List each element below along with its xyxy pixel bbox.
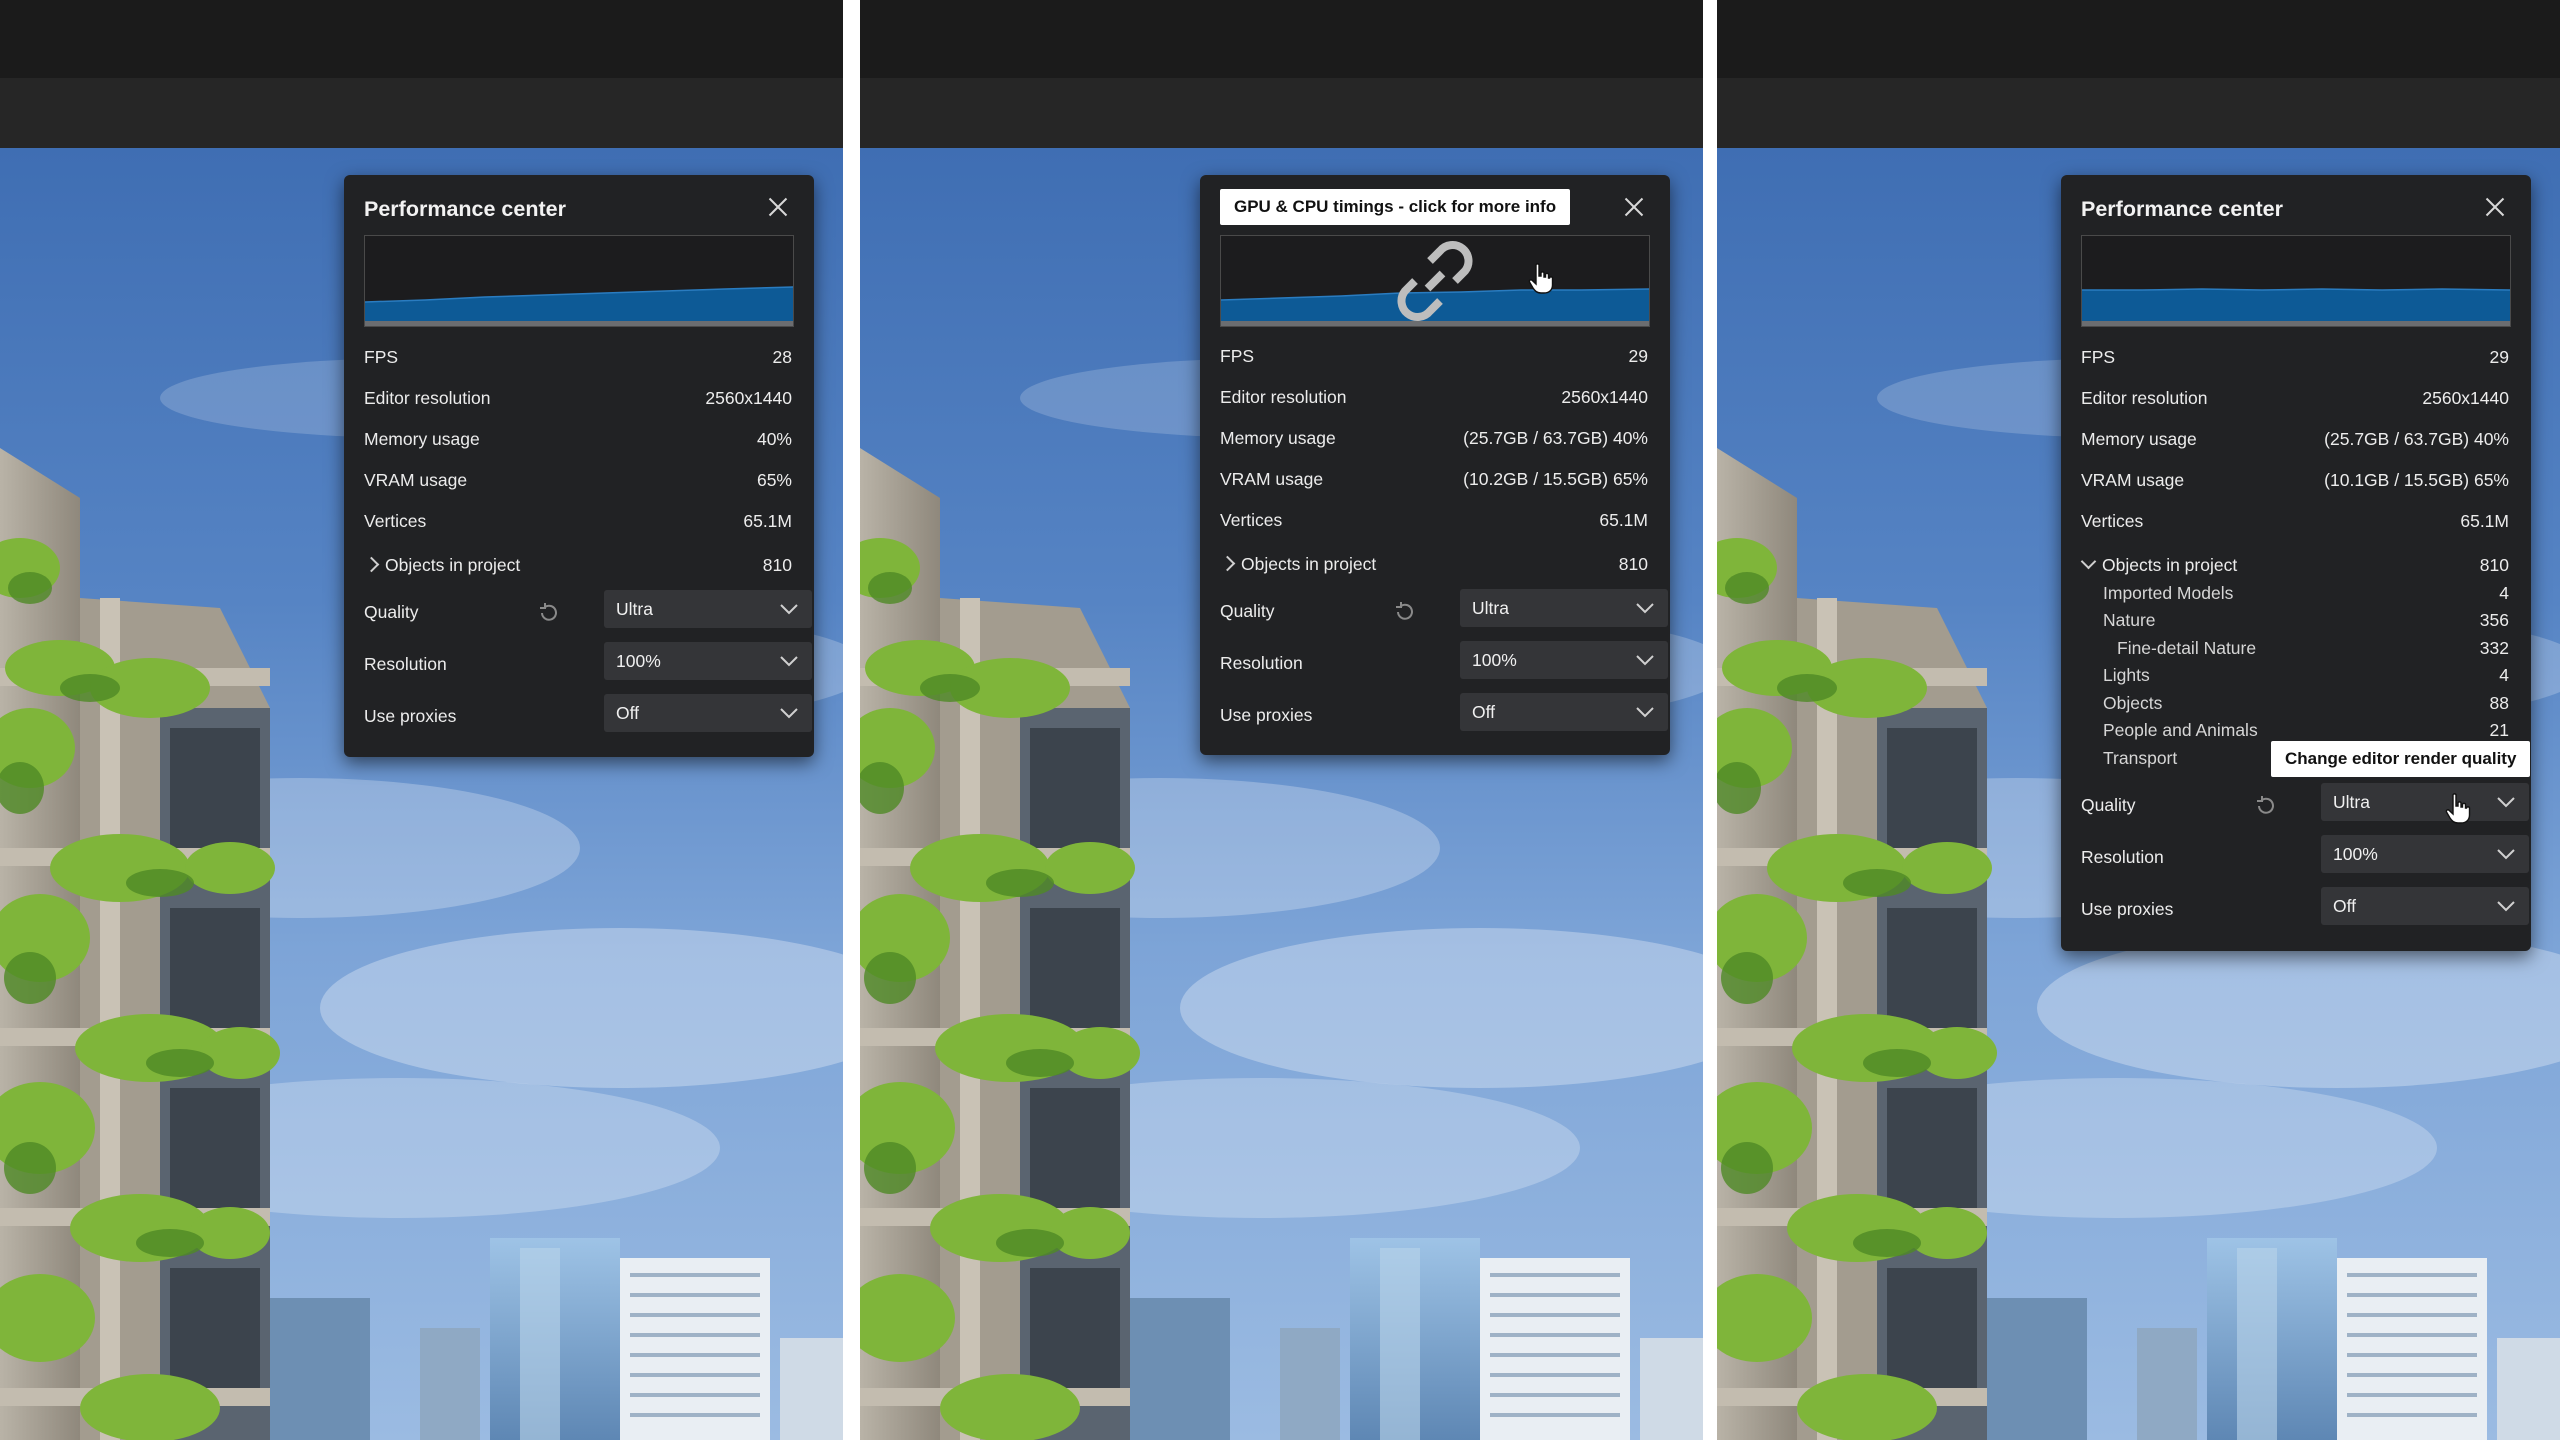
quality-select[interactable]: Ultra <box>1460 589 1668 627</box>
category-row-imported-models: Imported Models 4 <box>2103 583 2509 603</box>
fps-value: 28 <box>772 347 792 367</box>
top-bar <box>1717 0 2560 78</box>
chevron-down-icon <box>2080 553 2097 570</box>
close-icon[interactable] <box>764 193 792 221</box>
close-icon[interactable] <box>1620 193 1648 221</box>
use-proxies-row: Use proxies Off <box>1220 693 1668 731</box>
objects-in-project-toggle[interactable]: Objects in project 810 <box>2080 553 2509 581</box>
stat-row-fps: FPS 28 <box>364 347 792 367</box>
toolbar <box>860 78 1703 148</box>
quality-select[interactable]: Ultra <box>604 590 812 628</box>
toolbar <box>0 78 843 148</box>
reset-icon[interactable] <box>2253 793 2279 819</box>
resolution-select[interactable]: 100% <box>1460 641 1668 679</box>
toolbar <box>1717 78 2560 148</box>
dropdown-arrow-icon <box>1636 655 1654 666</box>
objects-in-project-toggle[interactable]: Objects in project 810 <box>363 555 792 581</box>
stat-row-memory-usage: Memory usage 40% <box>364 429 792 449</box>
reset-icon[interactable] <box>536 600 562 626</box>
top-bar <box>860 0 1703 78</box>
dropdown-arrow-icon <box>1636 707 1654 718</box>
quality-tooltip: Change editor render quality <box>2271 741 2531 777</box>
category-row-objects: Objects 88 <box>2103 693 2509 713</box>
use-proxies-select[interactable]: Off <box>1460 693 1668 731</box>
use-proxies-row: Use proxies Off <box>2081 887 2529 925</box>
dropdown-arrow-icon <box>780 604 798 615</box>
reset-icon[interactable] <box>1392 599 1418 625</box>
fps-value: 29 <box>1628 346 1648 366</box>
chevron-right-icon <box>1219 555 1236 572</box>
stat-row-editor-resolution: Editor resolution 2560x1440 <box>2081 388 2509 408</box>
dropdown-arrow-icon <box>2497 901 2515 912</box>
use-proxies-select[interactable]: Off <box>2321 887 2529 925</box>
performance-center-panel: GPU & CPU timings - click for more info … <box>1200 175 1670 755</box>
quality-select[interactable]: Ultra <box>2321 783 2529 821</box>
dropdown-arrow-icon <box>1636 603 1654 614</box>
stat-row-fps: FPS 29 <box>1220 346 1648 366</box>
category-row-lights: Lights 4 <box>2103 665 2509 685</box>
category-row-fine-detail-nature: Fine-detail Nature 332 <box>2117 638 2509 658</box>
quality-row: Quality Ultra <box>364 590 812 628</box>
top-bar <box>0 0 843 78</box>
resolution-row: Resolution 100% <box>2081 835 2529 873</box>
objects-in-project-toggle[interactable]: Objects in project 810 <box>1219 554 1648 580</box>
gpu-cpu-timing-graph[interactable] <box>1220 235 1650 327</box>
performance-center-panel: Performance center FPS 29 Editor resoluti… <box>2061 175 2531 951</box>
gpu-cpu-timing-graph[interactable] <box>364 235 794 327</box>
stat-row-vram-usage: VRAM usage (10.2GB / 15.5GB) 65% <box>1220 469 1648 489</box>
editor-window-2: GPU & CPU timings - click for more info … <box>860 0 1703 1440</box>
close-icon[interactable] <box>2481 193 2509 221</box>
category-row-nature: Nature 356 <box>2103 610 2509 630</box>
resolution-select[interactable]: 100% <box>2321 835 2529 873</box>
dropdown-arrow-icon <box>2497 797 2515 808</box>
hand-cursor-icon <box>1528 263 1554 295</box>
use-proxies-row: Use proxies Off <box>364 694 812 732</box>
quality-row: Quality Ultra <box>1220 589 1668 627</box>
stat-row-vertices: Vertices 65.1M <box>364 511 792 531</box>
link-icon[interactable] <box>1221 236 1649 326</box>
editor-window-3: Performance center FPS 29 Editor resoluti… <box>1717 0 2560 1440</box>
resolution-row: Resolution 100% <box>364 642 812 680</box>
stat-row-editor-resolution: Editor resolution 2560x1440 <box>364 388 792 408</box>
stat-row-vram-usage: VRAM usage (10.1GB / 15.5GB) 65% <box>2081 470 2509 490</box>
stat-row-editor-resolution: Editor resolution 2560x1440 <box>1220 387 1648 407</box>
dropdown-arrow-icon <box>2497 849 2515 860</box>
stat-row-memory-usage: Memory usage (25.7GB / 63.7GB) 40% <box>2081 429 2509 449</box>
stat-row-vertices: Vertices 65.1M <box>2081 511 2509 531</box>
stat-row-vram-usage: VRAM usage 65% <box>364 470 792 490</box>
stat-row-vertices: Vertices 65.1M <box>1220 510 1648 530</box>
use-proxies-select[interactable]: Off <box>604 694 812 732</box>
panel-title: Performance center <box>364 197 566 221</box>
fps-value: 29 <box>2489 347 2509 367</box>
stat-row-memory-usage: Memory usage (25.7GB / 63.7GB) 40% <box>1220 428 1648 448</box>
resolution-select[interactable]: 100% <box>604 642 812 680</box>
hand-cursor-icon <box>2445 793 2471 825</box>
panel-title: Performance center <box>2081 197 2283 221</box>
performance-center-panel: Performance center FPS 28 Editor resoluti… <box>344 175 814 757</box>
resolution-row: Resolution 100% <box>1220 641 1668 679</box>
stat-row-fps: FPS 29 <box>2081 347 2509 367</box>
dropdown-arrow-icon <box>780 708 798 719</box>
chevron-right-icon <box>363 556 380 573</box>
editor-window-1: Performance center FPS 28 Editor resoluti… <box>0 0 843 1440</box>
gpu-cpu-timing-graph[interactable] <box>2081 235 2511 327</box>
dropdown-arrow-icon <box>780 656 798 667</box>
graph-tooltip: GPU & CPU timings - click for more info <box>1220 189 1571 225</box>
